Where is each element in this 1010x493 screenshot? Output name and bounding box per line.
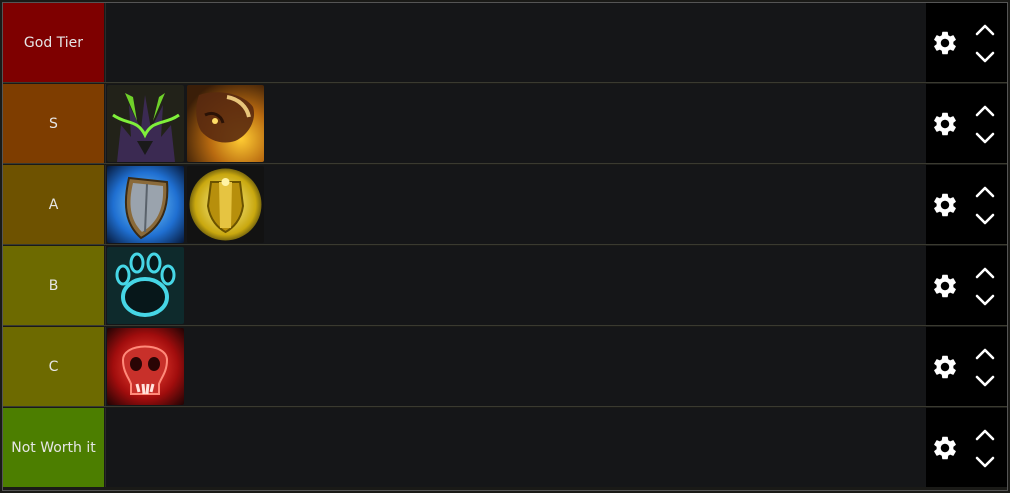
- tier-label[interactable]: B: [3, 246, 104, 325]
- tier-items-dropzone[interactable]: [105, 84, 928, 163]
- tier-label[interactable]: S: [3, 84, 104, 163]
- skull-icon[interactable]: [107, 328, 184, 405]
- tier-row-c: C: [3, 327, 1007, 407]
- demon-hunter-icon[interactable]: [107, 85, 184, 162]
- chevron-down-icon[interactable]: [974, 374, 996, 388]
- tier-row-god: God Tier: [3, 3, 1007, 83]
- chevron-down-icon[interactable]: [974, 50, 996, 64]
- golden-shield-icon[interactable]: [187, 166, 264, 243]
- tier-controls: [926, 3, 1007, 82]
- tier-row-a: A: [3, 165, 1007, 245]
- tier-row-b: B: [3, 246, 1007, 326]
- tier-items-dropzone[interactable]: [105, 165, 928, 244]
- gear-icon[interactable]: [931, 272, 959, 300]
- chevron-up-icon[interactable]: [974, 347, 996, 361]
- tier-row-not-worth-it: Not Worth it: [3, 408, 1007, 487]
- tier-row-s: S: [3, 84, 1007, 164]
- chevron-up-icon[interactable]: [974, 266, 996, 280]
- gear-icon[interactable]: [931, 191, 959, 219]
- chevron-up-icon[interactable]: [974, 185, 996, 199]
- tier-label[interactable]: God Tier: [3, 3, 104, 82]
- gear-icon[interactable]: [931, 29, 959, 57]
- chevron-down-icon[interactable]: [974, 131, 996, 145]
- gear-icon[interactable]: [931, 434, 959, 462]
- tier-label[interactable]: C: [3, 327, 104, 406]
- chevron-down-icon[interactable]: [974, 455, 996, 469]
- tier-label[interactable]: A: [3, 165, 104, 244]
- bear-paw-icon[interactable]: [107, 247, 184, 324]
- chevron-up-icon[interactable]: [974, 428, 996, 442]
- tier-items-dropzone[interactable]: [105, 408, 928, 487]
- hunter-beast-icon[interactable]: [187, 85, 264, 162]
- chevron-down-icon[interactable]: [974, 293, 996, 307]
- tier-items-dropzone[interactable]: [105, 327, 928, 406]
- tier-items-dropzone[interactable]: [105, 246, 928, 325]
- chevron-down-icon[interactable]: [974, 212, 996, 226]
- tier-controls: [926, 327, 1007, 406]
- tier-controls: [926, 408, 1007, 487]
- tier-items-dropzone[interactable]: [105, 3, 928, 82]
- tier-list-board: God Tier S A B C Not Worth it: [2, 2, 1008, 491]
- gear-icon[interactable]: [931, 110, 959, 138]
- chevron-up-icon[interactable]: [974, 23, 996, 37]
- tier-controls: [926, 84, 1007, 163]
- tier-controls: [926, 246, 1007, 325]
- gear-icon[interactable]: [931, 353, 959, 381]
- shield-icon[interactable]: [107, 166, 184, 243]
- tier-controls: [926, 165, 1007, 244]
- chevron-up-icon[interactable]: [974, 104, 996, 118]
- tier-label[interactable]: Not Worth it: [3, 408, 104, 487]
